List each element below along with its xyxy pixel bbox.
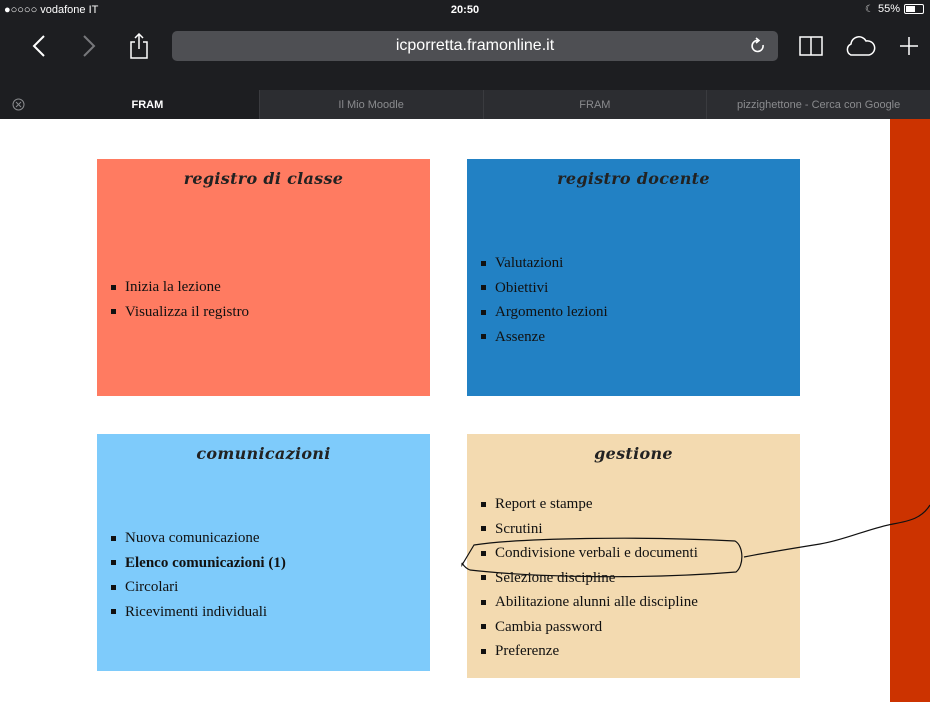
panel-registro-docente: registro docente Valutazioni Obiettivi A…	[467, 159, 800, 396]
menu-item-argomento-lezioni[interactable]: Argomento lezioni	[481, 300, 608, 325]
share-button[interactable]	[124, 26, 154, 66]
url-text: icporretta.framonline.it	[395, 37, 555, 54]
tab-bar: FRAM Il Mio Moodle FRAM pizzighettone - …	[0, 90, 930, 119]
battery-percent: 55%	[877, 3, 900, 15]
menu-item-label: Valutazioni	[495, 255, 564, 271]
menu-item-label: Preferenze	[495, 643, 560, 659]
bookmarks-button[interactable]	[796, 26, 826, 66]
bullet-icon	[481, 575, 486, 581]
bullet-icon	[111, 560, 116, 566]
panel-menu: Nuova comunicazione Elenco comunicazioni…	[111, 526, 286, 624]
menu-item-inizia-lezione[interactable]: Inizia la lezione	[111, 275, 249, 300]
panel-title: comunicazioni	[196, 444, 331, 463]
panel-menu: Valutazioni Obiettivi Argomento lezioni …	[481, 251, 608, 349]
new-tab-button[interactable]	[894, 26, 924, 66]
menu-item-label: Selezione discipline	[495, 569, 616, 586]
status-bar: ●○○○○ vodafone IT 20:50 ☾ 55%	[0, 0, 930, 20]
chevron-right-icon	[83, 35, 96, 57]
bullet-icon	[481, 526, 486, 532]
menu-item-label: Scrutini	[495, 520, 543, 537]
bullet-icon	[111, 284, 116, 290]
menu-item-selezione-discipline[interactable]: Selezione discipline	[481, 566, 698, 591]
panel-menu: Inizia la lezione Visualizza il registro	[111, 275, 249, 324]
cloud-icon	[846, 36, 876, 56]
menu-item-condivisione-verbali[interactable]: Condivisione verbali e documenti	[481, 541, 698, 566]
battery-icon	[904, 4, 924, 14]
moon-icon: ☾	[865, 3, 874, 15]
menu-item-report-stampe[interactable]: Report e stampe	[481, 492, 698, 517]
menu-item-cambia-password[interactable]: Cambia password	[481, 615, 698, 640]
panel-title: registro docente	[557, 169, 710, 188]
menu-item-ricevimenti-individuali[interactable]: Ricevimenti individuali	[111, 600, 286, 625]
tab-il-mio-moodle[interactable]: Il Mio Moodle	[258, 90, 483, 119]
menu-item-label: Cambia password	[495, 618, 603, 635]
bullet-icon	[111, 584, 116, 590]
menu-item-label: Nuova comunicazione	[125, 530, 260, 546]
bullet-icon	[481, 260, 486, 266]
clock: 20:50	[450, 4, 480, 16]
menu-item-scrutini[interactable]: Scrutini	[481, 517, 698, 542]
menu-item-obiettivi[interactable]: Obiettivi	[481, 276, 608, 301]
address-bar[interactable]: icporretta.framonline.it	[172, 31, 778, 61]
bullet-icon	[481, 648, 486, 654]
panel-gestione: gestione Report e stampe Scrutini Condiv…	[467, 434, 800, 678]
share-icon	[130, 33, 148, 59]
bullet-icon	[481, 599, 486, 605]
menu-item-label: Obiettivi	[495, 279, 549, 296]
battery-fill	[906, 6, 915, 12]
forward-button[interactable]	[74, 26, 104, 66]
tab-fram-2[interactable]: FRAM	[482, 90, 707, 119]
menu-item-label: Argomento lezioni	[495, 304, 608, 320]
menu-item-label: Circolari	[125, 579, 179, 595]
panel-title: registro di classe	[183, 169, 344, 188]
menu-item-label: Report e stampe	[495, 496, 593, 512]
status-right: ☾ 55%	[865, 3, 924, 15]
close-tab-button[interactable]	[0, 90, 36, 119]
menu-item-label: Condivisione verbali e documenti	[495, 545, 698, 561]
menu-item-valutazioni[interactable]: Valutazioni	[481, 251, 608, 276]
panel-comunicazioni: comunicazioni Nuova comunicazione Elenco…	[97, 434, 430, 671]
menu-item-circolari[interactable]: Circolari	[111, 575, 286, 600]
cloud-tabs-button[interactable]	[842, 26, 878, 66]
navigation-bar: icporretta.framonline.it	[0, 26, 930, 66]
bullet-icon	[481, 624, 486, 630]
bullet-icon	[111, 309, 116, 315]
bullet-icon	[481, 334, 486, 340]
menu-item-label: Ricevimenti individuali	[125, 603, 268, 620]
book-icon	[799, 36, 823, 56]
reload-icon	[751, 37, 764, 53]
menu-item-label: Abilitazione alunni alle discipline	[495, 594, 698, 610]
menu-item-elenco-comunicazioni[interactable]: Elenco comunicazioni (1)	[111, 551, 286, 576]
menu-item-label: Assenze	[495, 328, 545, 345]
menu-item-visualizza-registro[interactable]: Visualizza il registro	[111, 300, 249, 325]
menu-item-preferenze[interactable]: Preferenze	[481, 639, 698, 664]
menu-item-label: Visualizza il registro	[125, 303, 250, 320]
reload-button[interactable]	[750, 36, 766, 61]
bullet-icon	[481, 550, 486, 556]
bullet-icon	[481, 501, 486, 507]
menu-item-label: Inizia la lezione	[125, 279, 221, 295]
side-stripe	[890, 119, 930, 702]
panel-registro-di-classe: registro di classe Inizia la lezione Vis…	[97, 159, 430, 396]
tab-fram[interactable]: FRAM	[36, 90, 259, 119]
bullet-icon	[481, 285, 486, 291]
menu-item-assenze[interactable]: Assenze	[481, 325, 608, 350]
menu-item-label: Elenco comunicazioni (1)	[125, 554, 286, 571]
tab-google-search[interactable]: pizzighettone - Cerca con Google	[706, 90, 930, 119]
plus-icon	[900, 37, 918, 55]
bullet-icon	[111, 535, 116, 541]
bullet-icon	[481, 309, 486, 315]
back-button[interactable]	[24, 26, 54, 66]
menu-item-abilitazione-alunni[interactable]: Abilitazione alunni alle discipline	[481, 590, 698, 615]
panel-menu: Report e stampe Scrutini Condivisione ve…	[481, 492, 698, 664]
chevron-left-icon	[32, 35, 45, 57]
close-circle-icon	[12, 98, 24, 111]
menu-item-nuova-comunicazione[interactable]: Nuova comunicazione	[111, 526, 286, 551]
browser-chrome: ●○○○○ vodafone IT 20:50 ☾ 55% icporretta…	[0, 0, 930, 119]
panel-title: gestione	[594, 444, 673, 463]
bullet-icon	[111, 609, 116, 615]
